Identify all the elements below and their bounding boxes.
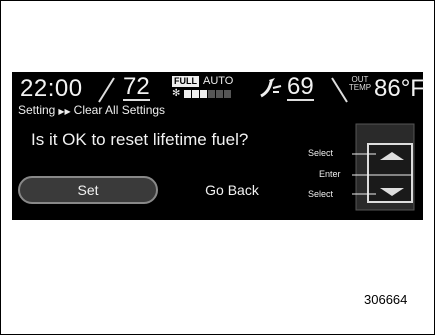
- fan-bar: [184, 90, 191, 98]
- driver-temp: 72: [123, 73, 150, 101]
- enter-label: Enter: [319, 169, 341, 179]
- fan-bar: [216, 90, 223, 98]
- fan-bar: [208, 90, 215, 98]
- display-screen: 22:00 72 FULL AUTO ✻ 69 OUT TEMP 86°F Se…: [12, 72, 425, 220]
- fan-level-bars: [184, 90, 231, 98]
- breadcrumb-parent: Setting: [18, 103, 56, 117]
- fan-indicator: FULL AUTO ✻: [172, 75, 242, 100]
- passenger-temp: 69: [287, 73, 314, 101]
- breadcrumb-arrow-icon: ▶▶: [58, 107, 71, 116]
- fan-icon: ✻: [172, 88, 181, 99]
- breadcrumb: Setting ▶▶ Clear All Settings: [18, 103, 165, 117]
- controller-diagram: [352, 123, 415, 211]
- outside-temp: 86°F: [374, 75, 425, 102]
- dialog-question: Is it OK to reset lifetime fuel?: [31, 130, 249, 149]
- outside-temp-caption: OUT TEMP: [347, 76, 373, 92]
- fan-bar: [200, 90, 207, 98]
- select-up-label: Select: [308, 148, 334, 158]
- temp-label: TEMP: [348, 83, 372, 92]
- fan-auto-label: AUTO: [203, 75, 234, 87]
- airflow-mode-icon: [260, 78, 282, 98]
- set-button[interactable]: Set: [18, 176, 158, 204]
- go-back-button[interactable]: Go Back: [177, 176, 287, 204]
- breadcrumb-current: Clear All Settings: [73, 103, 166, 117]
- fan-bar: [192, 90, 199, 98]
- fan-full-label: FULL: [172, 76, 199, 87]
- clock: 22:00: [20, 75, 83, 102]
- select-down-label: Select: [308, 189, 334, 199]
- figure-id: 306664: [364, 292, 408, 307]
- fan-bar: [224, 90, 231, 98]
- divider-slash: [98, 77, 115, 103]
- status-bar: 22:00 72 FULL AUTO ✻ 69 OUT TEMP 86°F: [12, 72, 425, 103]
